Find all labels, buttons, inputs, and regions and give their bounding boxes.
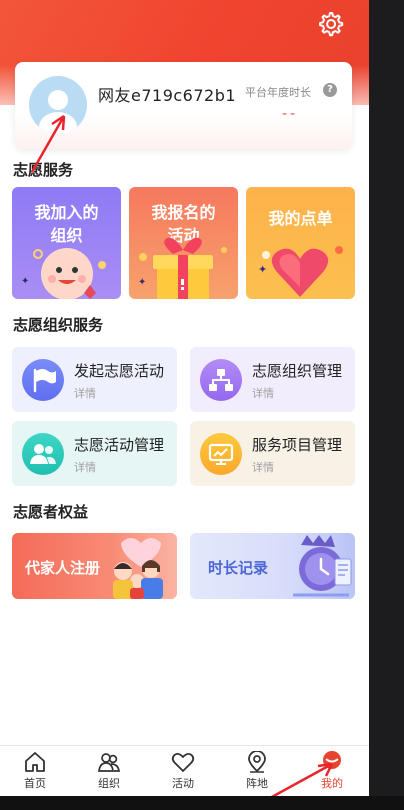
- tab-mine[interactable]: 我的: [302, 751, 362, 791]
- section-title-rights: 志愿者权益: [13, 503, 89, 521]
- group-icon: [98, 753, 120, 772]
- tab-activities[interactable]: 活动: [153, 751, 213, 791]
- service-project-management-detail[interactable]: 详情: [252, 459, 274, 475]
- annual-duration-label: 平台年度时长: [245, 86, 311, 99]
- right-edge-strip: [369, 0, 404, 810]
- duration-record-title: 时长记录: [208, 559, 269, 577]
- svg-text:✦: ✦: [21, 276, 29, 287]
- launch-activity-detail[interactable]: 详情: [74, 385, 96, 401]
- register-for-family-title: 代家人注册: [25, 559, 101, 577]
- section-title-org-service: 志愿组织服务: [13, 316, 104, 334]
- app-screen: 网友e719c672b1 平台年度时长 ? -- 志愿服务 我加入的 组织 ✦ …: [0, 0, 369, 796]
- bottom-edge-strip: [0, 796, 404, 810]
- duration-record-card[interactable]: 时长记录: [190, 533, 355, 599]
- service-project-management-title: 服务项目管理: [252, 436, 343, 454]
- family-illustration-icon: [113, 538, 163, 599]
- flag-icon: [22, 359, 64, 401]
- launch-activity-title: 发起志愿活动: [74, 362, 165, 380]
- people-icon: [22, 433, 64, 475]
- svg-text:✦: ✦: [138, 277, 146, 288]
- svg-text:✦: ✦: [258, 263, 267, 276]
- chart-board-icon: [200, 433, 242, 475]
- launch-activity-card[interactable]: 发起志愿活动 详情: [12, 347, 177, 412]
- my-orders-card[interactable]: 我的点单 ✦: [246, 187, 355, 299]
- gift-box-icon: ✦: [138, 237, 227, 299]
- org-management-card[interactable]: 志愿组织管理 详情: [190, 347, 355, 412]
- tab-organization[interactable]: 组织: [79, 751, 139, 791]
- settings-gear-icon[interactable]: [316, 10, 344, 38]
- avatar[interactable]: [29, 76, 87, 134]
- tab-home[interactable]: 首页: [5, 751, 65, 791]
- activity-management-detail[interactable]: 详情: [74, 459, 96, 475]
- tab-activities-label: 活动: [172, 777, 194, 790]
- org-management-title: 志愿组织管理: [252, 362, 343, 380]
- profile-card[interactable]: 网友e719c672b1 平台年度时长 ? --: [15, 62, 352, 149]
- heart-graphic-icon: ✦: [258, 246, 343, 297]
- profile-icon: [323, 751, 341, 769]
- smiley-face-icon: ✦: [21, 248, 106, 299]
- section-title-volunteer-service: 志愿服务: [13, 161, 74, 179]
- annual-duration-value: --: [282, 106, 299, 122]
- org-management-detail[interactable]: 详情: [252, 385, 274, 401]
- tab-organization-label: 组织: [98, 777, 120, 790]
- activity-management-card[interactable]: 志愿活动管理 详情: [12, 421, 177, 486]
- username: 网友e719c672b1: [98, 86, 237, 105]
- org-chart-icon: [200, 359, 242, 401]
- bottom-tab-bar: 首页 组织 活动 阵地 我的: [0, 745, 369, 796]
- activity-management-title: 志愿活动管理: [74, 436, 165, 454]
- tab-home-label: 首页: [24, 777, 46, 790]
- registered-activities-card[interactable]: 我报名的 活动 ✦: [129, 187, 238, 299]
- tab-venue[interactable]: 阵地: [227, 751, 287, 791]
- home-icon: [25, 752, 45, 772]
- tab-venue-label: 阵地: [246, 777, 268, 790]
- joined-orgs-card[interactable]: 我加入的 组织 ✦: [12, 187, 121, 299]
- service-project-management-card[interactable]: 服务项目管理 详情: [190, 421, 355, 486]
- heart-icon: [171, 752, 195, 772]
- tab-mine-label: 我的: [321, 777, 343, 790]
- location-icon: [248, 751, 266, 773]
- register-for-family-card[interactable]: 代家人注册: [12, 533, 177, 599]
- clock-illustration-icon: [293, 535, 352, 597]
- help-icon[interactable]: ?: [323, 83, 337, 97]
